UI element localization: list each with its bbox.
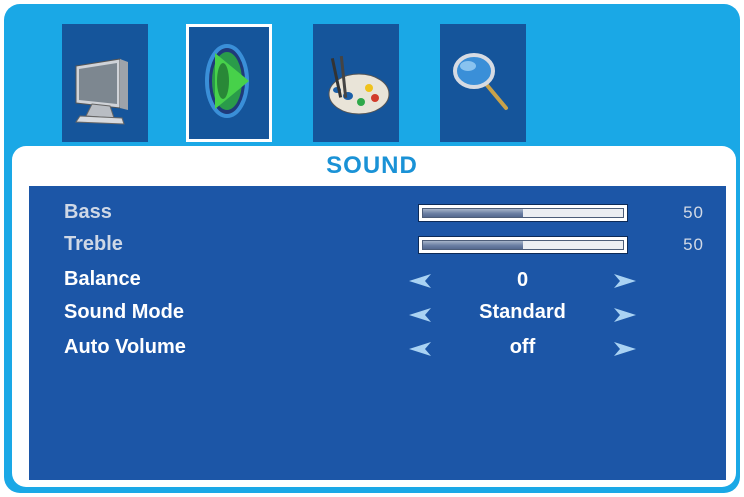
palette-icon <box>328 55 390 115</box>
balance-label: Balance <box>64 268 141 290</box>
balance-right-arrow-icon[interactable] <box>614 274 636 288</box>
treble-value: 50 <box>683 235 704 254</box>
tab-sound[interactable] <box>186 24 272 142</box>
balance-left-arrow-icon[interactable] <box>409 274 431 288</box>
auto-volume-value: off <box>509 336 536 358</box>
treble-label: Treble <box>64 233 123 255</box>
auto-volume-right-arrow-icon[interactable] <box>614 342 636 356</box>
treble-slider-fill <box>423 241 523 249</box>
bass-slider[interactable] <box>418 204 628 222</box>
panel-title: SOUND <box>326 152 418 179</box>
sound-speaker-icon <box>205 44 249 118</box>
sound-mode-right-arrow-icon[interactable] <box>614 308 636 322</box>
auto-volume-left-arrow-icon[interactable] <box>409 342 431 356</box>
tab-picture[interactable] <box>62 24 148 142</box>
bass-value: 50 <box>683 203 704 222</box>
sound-mode-value: Standard <box>479 301 566 323</box>
bass-slider-fill <box>423 209 523 217</box>
sound-mode-left-arrow-icon[interactable] <box>409 308 431 322</box>
auto-volume-label: Auto Volume <box>64 336 186 358</box>
tab-color[interactable] <box>313 24 399 142</box>
balance-value: 0 <box>516 269 529 291</box>
sound-mode-label: Sound Mode <box>64 301 184 323</box>
bass-label: Bass <box>64 201 112 223</box>
settings-area <box>29 186 726 480</box>
tab-function[interactable] <box>440 24 526 142</box>
treble-slider[interactable] <box>418 236 628 254</box>
magnifier-icon <box>453 53 508 110</box>
monitor-icon <box>75 58 128 125</box>
